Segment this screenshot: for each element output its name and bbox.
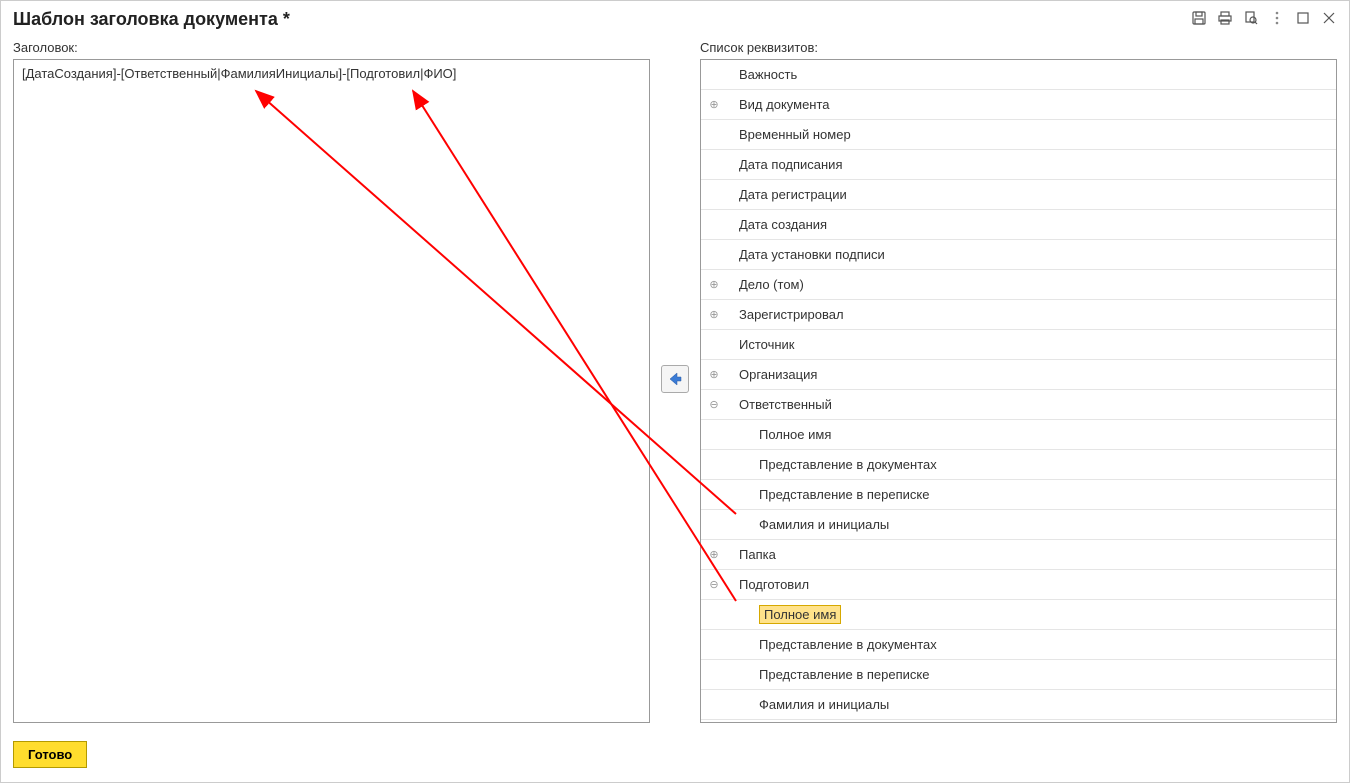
right-pane: Список реквизитов: Важность ⊕ Вид документ… [700, 34, 1337, 723]
tree-row-label: Фамилия и инициалы [759, 517, 889, 532]
tree-row[interactable]: Дата регистрации [701, 180, 1336, 210]
tree-row[interactable]: Дата создания [701, 210, 1336, 240]
preview-icon[interactable] [1243, 10, 1259, 29]
tree-row[interactable]: Фамилия и инициалы [701, 690, 1336, 720]
window: Шаблон заголовка документа * [0, 0, 1350, 783]
tree-row-label: Полное имя [759, 605, 841, 624]
window-title: Шаблон заголовка документа * [13, 9, 290, 30]
tree-row-label: Дата установки подписи [739, 247, 885, 262]
tree-row[interactable]: ⊕ Вид документа [701, 90, 1336, 120]
tree-row-label: Полное имя [759, 427, 831, 442]
tree-row[interactable]: ⊖ Подготовил [701, 570, 1336, 600]
tree-row[interactable]: Дата установки подписи [701, 240, 1336, 270]
tree-row-label: Представление в документах [759, 457, 937, 472]
tree-row[interactable]: ⊕ Папка [701, 540, 1336, 570]
mid-pane [658, 34, 692, 723]
collapse-icon[interactable]: ⊖ [707, 398, 721, 412]
tree-row[interactable]: Источник [701, 330, 1336, 360]
tree-row-label: Папка [739, 547, 776, 562]
tree-row-label: Дело (том) [739, 277, 804, 292]
tree-row[interactable]: Представление в переписке [701, 480, 1336, 510]
tree-row[interactable]: ⊕ Зарегистрировал [701, 300, 1336, 330]
attributes-tree[interactable]: Важность ⊕ Вид документа Временный номер Дат… [700, 59, 1337, 723]
tree-row[interactable]: Временный номер [701, 120, 1336, 150]
tree-row-label: Дата создания [739, 217, 827, 232]
content: Заголовок: [ДатаСоздания]-[Ответственный… [1, 34, 1349, 731]
tree-row[interactable]: ⊖ Ответственный [701, 390, 1336, 420]
attributes-label: Список реквизитов: [700, 40, 1337, 55]
footer: Готово [1, 731, 1349, 782]
tree-row-label: Дата регистрации [739, 187, 847, 202]
save-icon[interactable] [1191, 10, 1207, 29]
tree-row-label: Представление в документах [759, 637, 937, 652]
done-button[interactable]: Готово [13, 741, 87, 768]
tree-row[interactable]: Представление в документах [701, 630, 1336, 660]
tree-row[interactable]: ⊕ Дело (том) [701, 270, 1336, 300]
tree-row-label: Представление в переписке [759, 487, 929, 502]
tree-row-label: Вид документа [739, 97, 830, 112]
tree-row-label: Организация [739, 367, 817, 382]
more-icon[interactable] [1269, 10, 1285, 29]
left-pane: Заголовок: [ДатаСоздания]-[Ответственный… [13, 34, 650, 723]
tree-row-label: Ответственный [739, 397, 832, 412]
expand-icon[interactable]: ⊕ [707, 98, 721, 112]
tree-row-label: Дата подписания [739, 157, 842, 172]
print-icon[interactable] [1217, 10, 1233, 29]
insert-arrow-button[interactable] [661, 365, 689, 393]
template-text: [ДатаСоздания]-[Ответственный|ФамилияИни… [22, 66, 456, 81]
tree-row[interactable]: Важность [701, 60, 1336, 90]
tree-row[interactable]: Фамилия и инициалы [701, 510, 1336, 540]
tree-row[interactable]: Полное имя [701, 420, 1336, 450]
tree-row-label: Важность [739, 67, 797, 82]
window-controls [1191, 10, 1337, 29]
tree-row[interactable]: Полное имя [701, 600, 1336, 630]
template-label: Заголовок: [13, 40, 650, 55]
expand-icon[interactable]: ⊕ [707, 368, 721, 382]
tree-row[interactable]: ⊕ Организация [701, 360, 1336, 390]
tree-row-label: Зарегистрировал [739, 307, 844, 322]
close-icon[interactable] [1321, 10, 1337, 29]
tree-row-label: Источник [739, 337, 795, 352]
titlebar: Шаблон заголовка документа * [1, 1, 1349, 34]
maximize-icon[interactable] [1295, 10, 1311, 29]
tree-row-label: Подготовил [739, 577, 809, 592]
tree-row[interactable]: Дата подписания [701, 150, 1336, 180]
template-textbox[interactable]: [ДатаСоздания]-[Ответственный|ФамилияИни… [13, 59, 650, 723]
expand-icon[interactable]: ⊕ [707, 278, 721, 292]
collapse-icon[interactable]: ⊖ [707, 578, 721, 592]
tree-row[interactable]: Представление в документах [701, 450, 1336, 480]
tree-row-label: Фамилия и инициалы [759, 697, 889, 712]
done-button-label: Готово [28, 747, 72, 762]
tree-row-label: Представление в переписке [759, 667, 929, 682]
tree-row[interactable]: Представление в переписке [701, 660, 1336, 690]
tree-row-label: Временный номер [739, 127, 851, 142]
expand-icon[interactable]: ⊕ [707, 308, 721, 322]
tree-row[interactable]: ⊕Подписал [701, 720, 1336, 723]
expand-icon[interactable]: ⊕ [707, 548, 721, 562]
